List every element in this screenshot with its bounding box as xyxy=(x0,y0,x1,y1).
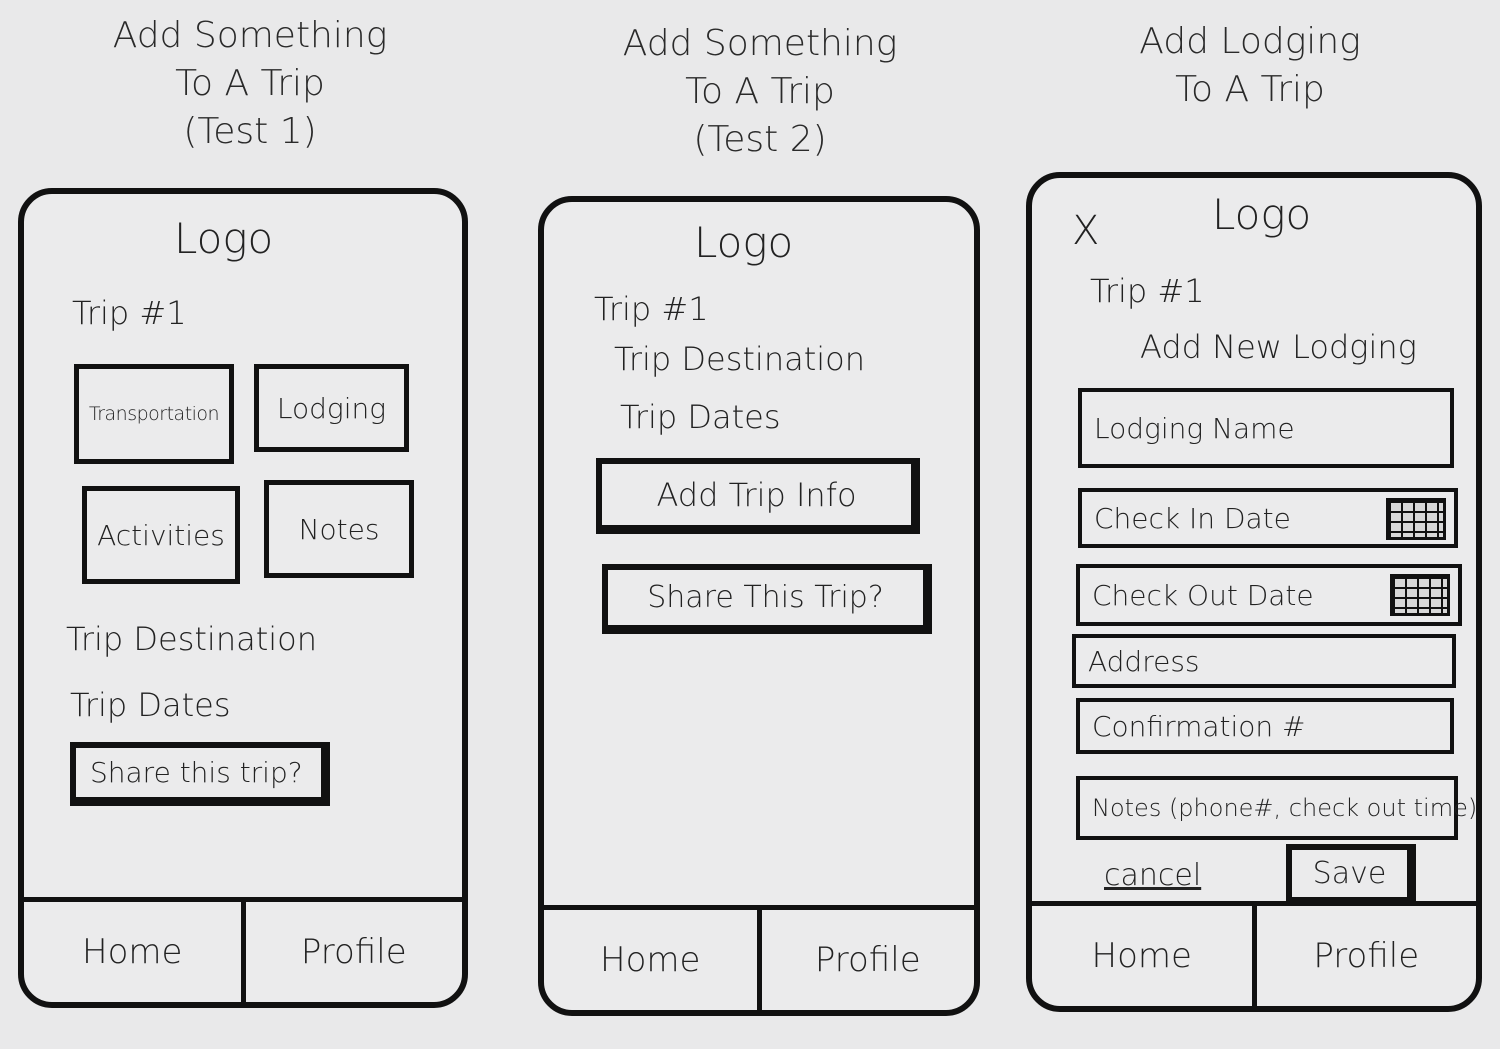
lodging-tile[interactable]: Lodging xyxy=(254,364,409,452)
phone-screen-3: X Logo Trip #1 Add New Lodging Lodging N… xyxy=(1026,172,1482,1012)
phone-screen-1: Logo Trip #1 Transportation Lodging Acti… xyxy=(18,188,468,1008)
trip-name: Trip #1 xyxy=(72,294,187,332)
calendar-icon[interactable] xyxy=(1386,498,1446,540)
tab-profile[interactable]: Profile xyxy=(756,910,975,1010)
address-field[interactable]: Address xyxy=(1072,634,1456,688)
add-trip-info-button[interactable]: Add Trip Info xyxy=(596,458,920,534)
logo: Logo xyxy=(1212,190,1312,239)
close-icon[interactable]: X xyxy=(1072,208,1099,254)
trip-dates: Trip Dates xyxy=(620,398,781,436)
screen3-title-line1: Add Lodging xyxy=(1139,21,1361,62)
check-in-date-field[interactable]: Check In Date xyxy=(1078,488,1458,548)
tab-profile[interactable]: Profile xyxy=(1251,906,1477,1006)
logo: Logo xyxy=(694,218,794,267)
check-in-date-label: Check In Date xyxy=(1094,501,1291,535)
tab-home[interactable]: Home xyxy=(24,902,241,1002)
check-out-date-field[interactable]: Check Out Date xyxy=(1076,564,1462,626)
tab-bar: Home Profile xyxy=(1032,901,1476,1006)
save-button[interactable]: Save xyxy=(1286,844,1416,906)
tab-home[interactable]: Home xyxy=(1032,906,1252,1006)
screen2-title-line3: (Test 2) xyxy=(693,119,827,160)
lodging-name-field[interactable]: Lodging Name xyxy=(1078,388,1454,468)
add-new-lodging-heading: Add New Lodging xyxy=(1140,328,1417,366)
confirmation-number-field[interactable]: Confirmation # xyxy=(1076,698,1454,754)
screen2-title: Add Something To A Trip (Test 2) xyxy=(560,20,960,164)
transportation-tile[interactable]: Transportation xyxy=(74,364,234,464)
trip-name: Trip #1 xyxy=(594,290,709,328)
cancel-link[interactable]: cancel xyxy=(1104,858,1201,893)
screen2-title-line2: To A Trip xyxy=(685,71,835,112)
trip-destination: Trip Destination xyxy=(614,340,865,378)
screen1-title: Add Something To A Trip (Test 1) xyxy=(60,12,440,156)
screen2-title-line1: Add Something xyxy=(622,23,898,64)
tab-bar: Home Profile xyxy=(24,897,462,1002)
activities-tile[interactable]: Activities xyxy=(82,486,240,584)
screen1-title-line2: To A Trip xyxy=(175,63,325,104)
calendar-icon[interactable] xyxy=(1390,574,1450,616)
tab-bar: Home Profile xyxy=(544,905,974,1010)
screen3-title: Add Lodging To A Trip xyxy=(1060,18,1440,114)
notes-tile[interactable]: Notes xyxy=(264,480,414,578)
tab-profile[interactable]: Profile xyxy=(240,902,463,1002)
phone-screen-2: Logo Trip #1 Trip Destination Trip Dates… xyxy=(538,196,980,1016)
tab-home[interactable]: Home xyxy=(544,910,757,1010)
logo: Logo xyxy=(174,214,274,263)
check-out-date-label: Check Out Date xyxy=(1092,578,1314,612)
screen1-title-line3: (Test 1) xyxy=(183,111,317,152)
trip-name: Trip #1 xyxy=(1090,272,1205,310)
screen1-title-line1: Add Something xyxy=(112,15,388,56)
trip-dates: Trip Dates xyxy=(70,686,231,724)
share-trip-button[interactable]: Share This Trip? xyxy=(602,564,932,634)
screen3-title-line2: To A Trip xyxy=(1175,69,1325,110)
notes-field[interactable]: Notes (phone#, check out time) xyxy=(1076,776,1477,840)
share-trip-button[interactable]: Share this trip? xyxy=(70,742,330,806)
trip-destination: Trip Destination xyxy=(66,620,317,658)
